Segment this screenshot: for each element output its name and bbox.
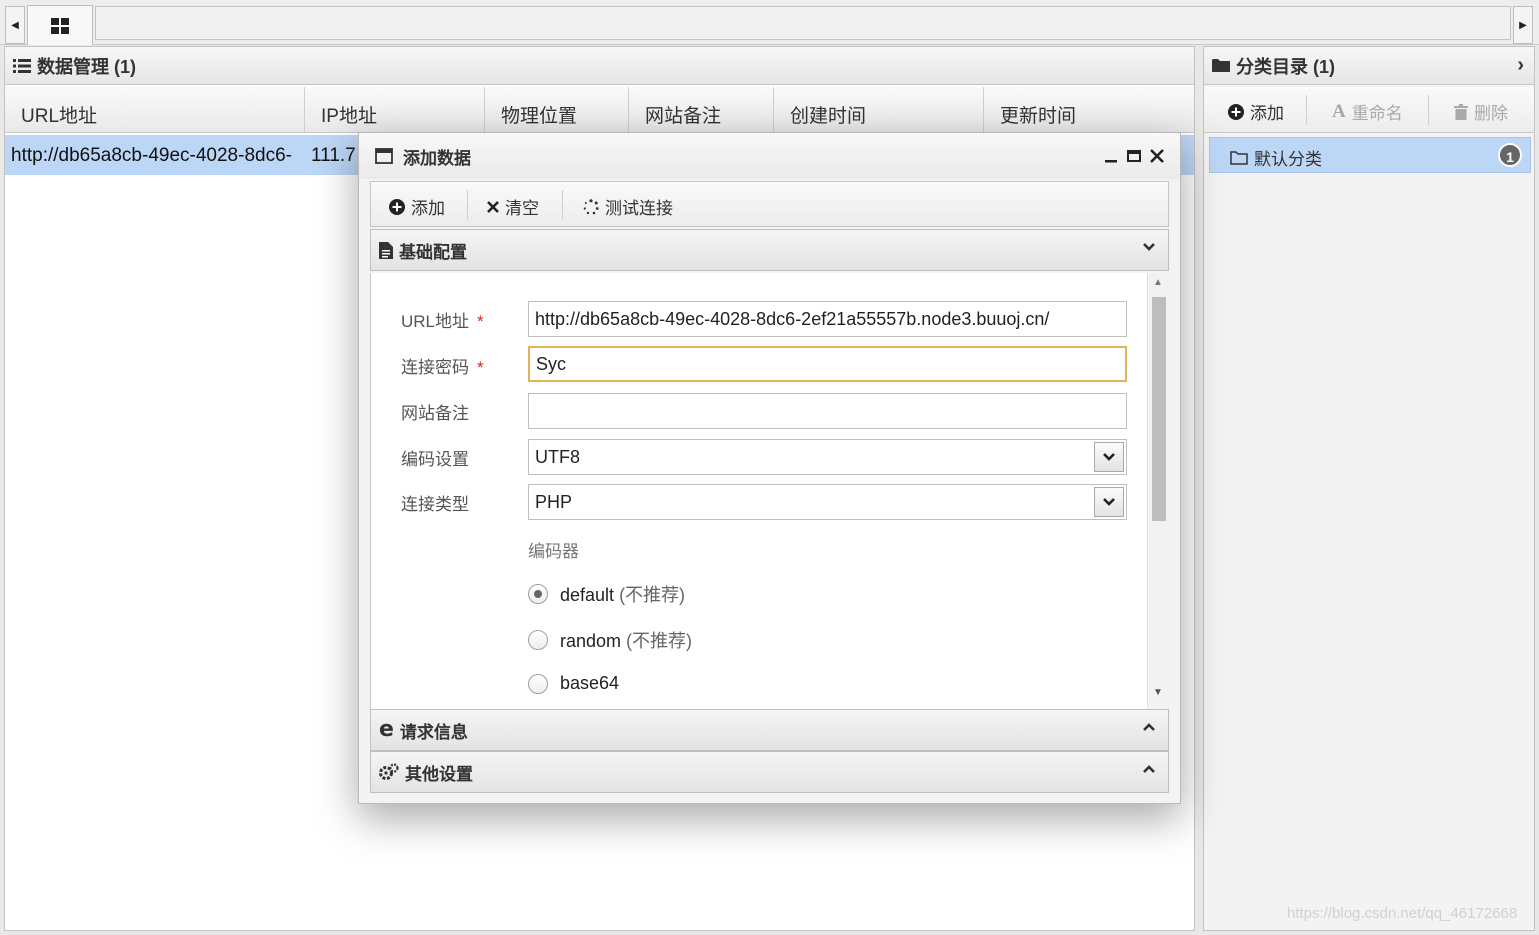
close-button[interactable] xyxy=(1147,146,1167,166)
watermark: https://blog.csdn.net/qq_46172668 xyxy=(1287,905,1518,922)
column-ip[interactable]: IP地址 xyxy=(305,87,485,133)
ie-icon: e xyxy=(379,717,394,742)
note-input[interactable] xyxy=(528,393,1127,429)
chevron-up-icon xyxy=(1143,723,1155,731)
url-input[interactable] xyxy=(528,301,1127,337)
tab-bar: ◀ ▶ xyxy=(0,0,1539,45)
caret-left-icon: ◀ xyxy=(11,19,19,31)
category-panel-title: 分类目录 (1) xyxy=(1236,56,1335,77)
category-item-default[interactable]: 默认分类 1 xyxy=(1209,137,1531,173)
type-select[interactable]: PHP xyxy=(528,484,1127,520)
encoding-select[interactable]: UTF8 xyxy=(528,439,1127,475)
tab-scroll-left-button[interactable]: ◀ xyxy=(5,6,25,44)
chevron-right-icon[interactable]: › xyxy=(1517,54,1524,77)
category-count-badge: 1 xyxy=(1498,143,1522,167)
radio-unchecked-icon[interactable] xyxy=(528,673,548,694)
maximize-icon xyxy=(1127,150,1141,162)
column-created[interactable]: 创建时间 xyxy=(774,87,984,133)
times-icon xyxy=(487,200,499,213)
radio-unchecked-icon[interactable] xyxy=(528,630,548,650)
dialog-titlebar[interactable]: 添加数据 xyxy=(359,133,1180,179)
encoding-label: 编码设置 xyxy=(401,450,469,469)
minimize-icon xyxy=(1105,160,1117,163)
column-url[interactable]: URL地址 xyxy=(5,87,305,133)
section-request-info[interactable]: e 请求信息 xyxy=(370,709,1169,751)
data-panel-header: 数据管理 (1) xyxy=(5,47,1194,85)
type-label: 连接类型 xyxy=(401,495,469,514)
scroll-thumb[interactable] xyxy=(1152,297,1166,521)
category-add-button[interactable]: 添加 xyxy=(1228,99,1284,124)
dialog-toolbar: 添加 清空 测试连接 xyxy=(370,181,1169,227)
chevron-up-icon xyxy=(1143,765,1155,773)
minimize-button[interactable] xyxy=(1101,146,1121,166)
chevron-down-icon xyxy=(1143,243,1155,251)
form-scrollbar[interactable]: ▲ ▼ xyxy=(1147,273,1169,709)
column-note[interactable]: 网站备注 xyxy=(629,87,774,133)
folder-open-icon xyxy=(1230,151,1248,165)
category-panel: 分类目录 (1) › 添加 A 重命名 删除 默认分类 1 xyxy=(1203,46,1535,931)
add-data-dialog: 添加数据 添加 清空 测试连接 基础配置 URL地址 * http://db65… xyxy=(358,132,1181,804)
close-icon xyxy=(1150,149,1164,163)
file-text-icon xyxy=(379,241,393,259)
list-icon xyxy=(13,58,31,73)
category-rename-button[interactable]: A 重命名 xyxy=(1332,99,1403,124)
plus-circle-icon xyxy=(1228,103,1244,120)
radio-checked-icon[interactable] xyxy=(528,584,548,604)
section-other-settings[interactable]: 其他设置 xyxy=(370,751,1169,793)
folder-icon xyxy=(1212,59,1230,72)
cogs-icon xyxy=(379,763,399,780)
encoder-label: 编码器 xyxy=(528,542,579,561)
row-ip-cell: 111.7 xyxy=(311,145,356,166)
tab-home[interactable] xyxy=(27,5,93,45)
grid-icon xyxy=(51,17,69,34)
encoder-option-default[interactable]: default (不推荐) xyxy=(528,581,685,607)
chevron-down-icon[interactable] xyxy=(1094,487,1124,517)
data-panel-title: 数据管理 (1) xyxy=(37,56,136,77)
dialog-title: 添加数据 xyxy=(403,148,471,168)
column-location[interactable]: 物理位置 xyxy=(485,87,629,133)
plus-circle-icon xyxy=(389,198,405,215)
scroll-down-icon[interactable]: ▼ xyxy=(1153,687,1163,698)
password-input[interactable] xyxy=(528,346,1127,382)
url-label: URL地址 * xyxy=(401,312,484,331)
maximize-button[interactable] xyxy=(1124,146,1144,166)
section-basic-config[interactable]: 基础配置 xyxy=(370,229,1169,271)
dialog-add-button[interactable]: 添加 xyxy=(389,194,445,219)
encoder-option-random[interactable]: random (不推荐) xyxy=(528,627,692,653)
category-delete-button[interactable]: 删除 xyxy=(1454,99,1508,124)
category-toolbar: 添加 A 重命名 删除 xyxy=(1204,87,1534,133)
trash-icon xyxy=(1454,103,1468,120)
password-label: 连接密码 * xyxy=(401,358,484,377)
category-label: 默认分类 xyxy=(1254,150,1322,169)
chevron-down-icon[interactable] xyxy=(1094,442,1124,472)
font-icon: A xyxy=(1332,100,1346,122)
tab-scroll-right-button[interactable]: ▶ xyxy=(1513,6,1533,44)
encoder-option-base64[interactable]: base64 xyxy=(528,673,619,694)
dialog-test-connection-button[interactable]: 测试连接 xyxy=(583,194,673,219)
caret-right-icon: ▶ xyxy=(1519,19,1527,31)
window-icon xyxy=(375,148,393,164)
scroll-up-icon[interactable]: ▲ xyxy=(1153,277,1163,288)
column-updated[interactable]: 更新时间 xyxy=(984,87,1194,133)
basic-config-form: URL地址* 连接密码* 网站备注 编码设置 UTF8 连接类型 PHP 编码器… xyxy=(370,273,1169,709)
category-panel-header: 分类目录 (1) › xyxy=(1204,47,1534,85)
note-label: 网站备注 xyxy=(401,404,469,423)
dialog-clear-button[interactable]: 清空 xyxy=(487,194,539,219)
grid-header: URL地址 IP地址 物理位置 网站备注 创建时间 更新时间 xyxy=(5,87,1194,133)
row-url-cell: http://db65a8cb-49ec-4028-8dc6- xyxy=(11,145,292,166)
spinner-icon xyxy=(583,198,599,214)
tab-strip xyxy=(95,6,1511,40)
